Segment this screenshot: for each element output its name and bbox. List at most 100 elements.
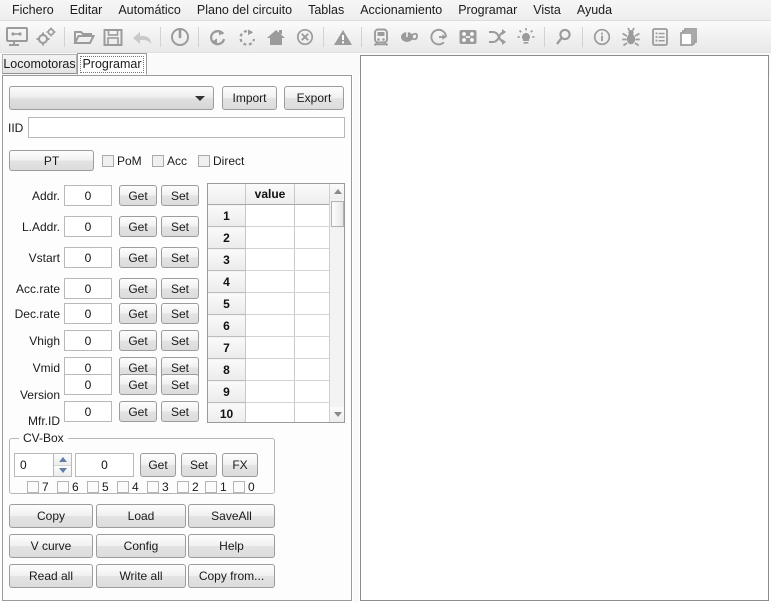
iid-input[interactable] <box>28 117 345 138</box>
cv-get-button[interactable]: Get <box>140 453 176 477</box>
menu-item-editar[interactable]: Editar <box>62 1 111 19</box>
set-button-version[interactable]: Set <box>161 374 199 395</box>
info-icon[interactable] <box>587 22 616 51</box>
field-input-vstart[interactable]: 0 <box>64 247 112 268</box>
stepper-down-icon[interactable] <box>54 465 71 476</box>
cv-row-value[interactable] <box>245 270 295 293</box>
direct-checkbox[interactable]: Direct <box>198 154 244 168</box>
home-icon[interactable] <box>261 22 290 51</box>
menu-item-ayuda[interactable]: Ayuda <box>569 1 620 19</box>
train-icon[interactable] <box>366 22 395 51</box>
blocks-icon[interactable] <box>453 22 482 51</box>
get-button-decrate[interactable]: Get <box>119 303 157 324</box>
cv-table[interactable]: value 1 2 3 4 5 6 7 8 9 10 11 <box>207 183 345 423</box>
table-row[interactable]: 7 <box>208 336 334 359</box>
table-row[interactable]: 3 <box>208 248 334 271</box>
config-button[interactable]: Config <box>96 534 186 558</box>
pt-button[interactable]: PT <box>9 150 94 171</box>
get-button-version[interactable]: Get <box>119 374 157 395</box>
bit-checkbox-7[interactable]: 7 <box>27 480 49 494</box>
set-button-decrate[interactable]: Set <box>161 303 199 324</box>
copy-button[interactable]: Copy <box>9 504 93 528</box>
load-button[interactable]: Load <box>96 504 186 528</box>
acc-checkbox[interactable]: Acc <box>152 154 187 168</box>
cv-row-value[interactable] <box>245 292 295 315</box>
import-button[interactable]: Import <box>222 86 277 110</box>
cv-number-stepper[interactable] <box>54 453 72 477</box>
gears-icon[interactable] <box>31 22 60 51</box>
field-input-decrate[interactable]: 0 <box>64 303 112 324</box>
bit-checkbox-1[interactable]: 1 <box>205 480 227 494</box>
refresh-icon[interactable] <box>203 22 232 51</box>
menu-item-plano-circuito[interactable]: Plano del circuito <box>189 1 300 19</box>
monitor-icon[interactable] <box>2 22 31 51</box>
table-row[interactable]: 4 <box>208 270 334 293</box>
get-button-mfrid[interactable]: Get <box>119 401 157 422</box>
menu-item-vista[interactable]: Vista <box>525 1 569 19</box>
scrollbar-thumb[interactable] <box>331 201 344 227</box>
copy-icon[interactable] <box>674 22 703 51</box>
cv-row-value[interactable] <box>245 336 295 359</box>
cv-row-value[interactable] <box>245 380 295 403</box>
field-input-mfrid[interactable]: 0 <box>64 401 112 422</box>
bit-checkbox-2[interactable]: 2 <box>177 480 199 494</box>
undo-icon[interactable] <box>127 22 156 51</box>
field-input-vhigh[interactable]: 0 <box>64 330 112 351</box>
speedometer-icon[interactable] <box>424 22 453 51</box>
warning-icon[interactable] <box>328 22 357 51</box>
cancel-icon[interactable] <box>290 22 319 51</box>
bug-icon[interactable] <box>616 22 645 51</box>
cv-row-value[interactable] <box>245 204 295 227</box>
cv-row-value[interactable] <box>245 402 295 422</box>
field-input-laddr[interactable]: 0 <box>64 216 112 237</box>
cv-row-value[interactable] <box>245 314 295 337</box>
cv-row-value[interactable] <box>245 358 295 381</box>
cv-row-value[interactable] <box>245 248 295 271</box>
set-button-vstart[interactable]: Set <box>161 247 199 268</box>
table-row[interactable]: 6 <box>208 314 334 337</box>
get-button-addr[interactable]: Get <box>119 185 157 206</box>
set-button-mfrid[interactable]: Set <box>161 401 199 422</box>
table-row[interactable]: 8 <box>208 358 334 381</box>
bit-checkbox-6[interactable]: 6 <box>57 480 79 494</box>
table-row[interactable]: 5 <box>208 292 334 315</box>
set-button-addr[interactable]: Set <box>161 185 199 206</box>
shuffle-icon[interactable] <box>482 22 511 51</box>
set-button-laddr[interactable]: Set <box>161 216 199 237</box>
bit-checkbox-5[interactable]: 5 <box>87 480 109 494</box>
menu-item-accionamiento[interactable]: Accionamiento <box>352 1 450 19</box>
decoder-select[interactable] <box>9 86 214 110</box>
cv-table-scrollbar[interactable] <box>329 184 344 422</box>
export-button[interactable]: Export <box>284 86 344 110</box>
get-button-vstart[interactable]: Get <box>119 247 157 268</box>
bit-checkbox-3[interactable]: 3 <box>147 480 169 494</box>
tab-programar[interactable]: Programar <box>77 53 147 75</box>
help-button[interactable]: Help <box>188 534 275 558</box>
tab-locomotoras[interactable]: Locomotoras <box>2 54 77 74</box>
field-input-accrate[interactable]: 0 <box>64 278 112 299</box>
table-row[interactable]: 2 <box>208 226 334 249</box>
table-row[interactable]: 10 <box>208 402 334 422</box>
table-row[interactable]: 1 <box>208 204 334 227</box>
pom-checkbox[interactable]: PoM <box>102 154 142 168</box>
writeall-button[interactable]: Write all <box>96 564 186 588</box>
table-row[interactable]: 9 <box>208 380 334 403</box>
menu-item-automatico[interactable]: Automático <box>110 1 189 19</box>
open-folder-icon[interactable] <box>69 22 98 51</box>
bit-checkbox-4[interactable]: 4 <box>117 480 139 494</box>
stepper-up-icon[interactable] <box>54 454 71 466</box>
cv-set-button[interactable]: Set <box>181 453 217 477</box>
save-icon[interactable] <box>98 22 127 51</box>
get-button-laddr[interactable]: Get <box>119 216 157 237</box>
get-button-accrate[interactable]: Get <box>119 278 157 299</box>
list-icon[interactable] <box>645 22 674 51</box>
bit-checkbox-0[interactable]: 0 <box>233 480 255 494</box>
cv-fx-button[interactable]: FX <box>222 453 258 477</box>
field-input-addr[interactable]: 0 <box>64 185 112 206</box>
refresh-dashed-icon[interactable] <box>232 22 261 51</box>
field-input-version[interactable]: 0 <box>64 374 112 395</box>
cv-value-input[interactable]: 0 <box>75 453 134 477</box>
magnifier-icon[interactable] <box>549 22 578 51</box>
set-button-vhigh[interactable]: Set <box>161 330 199 351</box>
lightbulb-icon[interactable] <box>511 22 540 51</box>
